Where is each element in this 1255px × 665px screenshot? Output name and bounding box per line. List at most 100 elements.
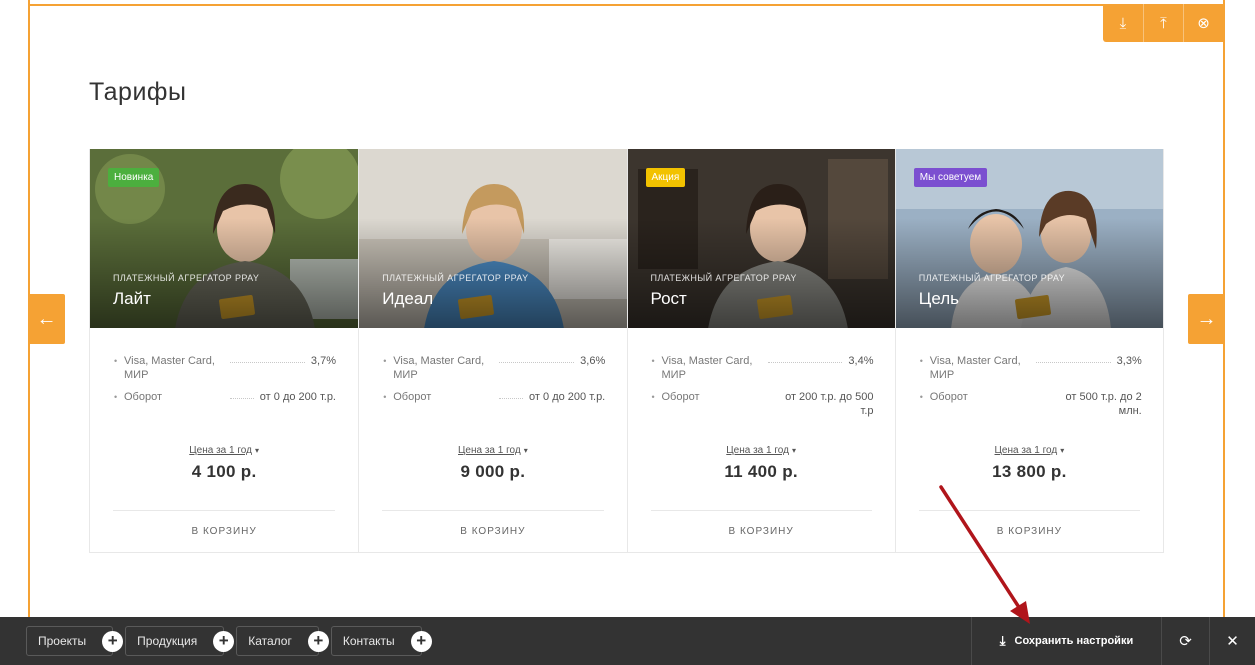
property-row: • Visa, Master Card, МИР 3,4% bbox=[652, 354, 874, 382]
add-to-cart-button[interactable]: В КОРЗИНУ bbox=[628, 526, 895, 537]
tariff-card: Акция ПЛАТЕЖНЫЙ АГРЕГАТОР PPAY Рост • Visa, … bbox=[626, 149, 895, 552]
add-to-cart-button[interactable]: В КОРЗИНУ bbox=[359, 526, 626, 537]
admin-bar: Проекты + Продукция + Каталог + Контакты + ⤓ Со… bbox=[0, 617, 1255, 665]
property-name: Visa, Master Card, МИР bbox=[661, 355, 753, 381]
section-title: Тарифы bbox=[89, 78, 187, 106]
card-image[interactable]: ПЛАТЕЖНЫЙ АГРЕГАТОР PPAY Идеал bbox=[359, 149, 627, 328]
card-badge: Новинка bbox=[108, 168, 160, 187]
admin-menu-label: Контакты bbox=[342, 634, 395, 648]
property-name: Оборот bbox=[661, 391, 700, 403]
property-value: 3,3% bbox=[1116, 355, 1142, 367]
property-value: от 0 до 200 т.р. bbox=[529, 391, 606, 403]
card-badge: Мы советуем bbox=[913, 168, 988, 187]
caret-down-icon: ▾ bbox=[791, 446, 796, 455]
admin-menu-item[interactable]: Продукция + bbox=[125, 626, 235, 656]
admin-menu-label: Продукция bbox=[137, 634, 198, 648]
price-period-dropdown[interactable]: Цена за 1 год ▾ bbox=[90, 445, 358, 456]
card-title[interactable]: Рост bbox=[651, 289, 687, 309]
plus-icon[interactable]: + bbox=[102, 631, 124, 652]
property-value: 3,6% bbox=[580, 355, 606, 367]
caret-down-icon: ▾ bbox=[254, 446, 259, 455]
property-value: от 0 до 200 т.р. bbox=[259, 391, 336, 403]
tariff-card: ПЛАТЕЖНЫЙ АГРЕГАТОР PPAY Идеал • Visa, Mast… bbox=[358, 149, 627, 552]
card-image[interactable]: Мы советуем ПЛАТЕЖНЫЙ АГРЕГАТОР PPAY Цель bbox=[895, 149, 1163, 328]
arrow-left-icon: ← bbox=[36, 307, 57, 330]
save-settings-button[interactable]: ⤓ Сохранить настройки bbox=[971, 617, 1161, 665]
card-subtitle: ПЛАТЕЖНЫЙ АГРЕГАТОР PPAY bbox=[113, 273, 260, 283]
add-to-cart-button[interactable]: В КОРЗИНУ bbox=[90, 526, 358, 537]
arrow-right-icon: → bbox=[1196, 307, 1217, 330]
tariff-cards: Новинка ПЛАТЕЖНЫЙ АГРЕГАТОР PPAY Лайт • Visa… bbox=[89, 149, 1164, 553]
card-image[interactable]: Новинка ПЛАТЕЖНЫЙ АГРЕГАТОР PPAY Лайт bbox=[90, 149, 359, 328]
card-price: 13 800 р. bbox=[992, 462, 1067, 481]
property-value: 3,7% bbox=[310, 355, 336, 367]
bullet-icon: • bbox=[114, 356, 118, 366]
price-period-dropdown[interactable]: Цена за 1 год ▾ bbox=[628, 445, 895, 456]
property-value: 3,4% bbox=[848, 355, 874, 367]
property-name: Visa, Master Card, МИР bbox=[124, 355, 215, 381]
block-toolbar: ⤓ ⤒ ⊗ bbox=[1103, 4, 1223, 42]
card-subtitle: ПЛАТЕЖНЫЙ АГРЕГАТОР PPAY bbox=[382, 273, 529, 283]
property-value: от 200 т.р. до 500 т.р bbox=[785, 391, 874, 417]
refresh-icon[interactable]: ⟳ bbox=[1161, 617, 1209, 665]
property-name: Visa, Master Card, МИР bbox=[929, 355, 1021, 381]
caret-down-icon: ▾ bbox=[1060, 446, 1065, 455]
card-title[interactable]: Лайт bbox=[113, 289, 151, 309]
card-properties: • Visa, Master Card, МИР 3,7% • Оборот от 0 д… bbox=[114, 354, 336, 412]
bullet-icon: • bbox=[383, 356, 387, 366]
bullet-icon: • bbox=[114, 392, 118, 402]
price-period-label: Цена за 1 год bbox=[458, 445, 521, 456]
close-icon[interactable]: ✕ bbox=[1209, 617, 1255, 665]
property-name: Оборот bbox=[393, 391, 432, 403]
admin-menu-label: Проекты bbox=[38, 634, 87, 648]
card-divider bbox=[113, 510, 336, 511]
card-badge: Акция bbox=[645, 168, 686, 187]
property-value: от 500 т.р. до 2 млн. bbox=[1065, 391, 1142, 417]
property-name: Оборот bbox=[929, 391, 968, 403]
admin-menu-item[interactable]: Каталог + bbox=[236, 626, 329, 656]
admin-menu-item[interactable]: Проекты + bbox=[26, 626, 124, 656]
dotted-leader bbox=[499, 354, 575, 363]
bullet-icon: • bbox=[651, 392, 655, 402]
admin-menu-item[interactable]: Контакты + bbox=[330, 626, 432, 656]
slider-next-button[interactable]: → bbox=[1188, 294, 1225, 344]
card-image[interactable]: Акция ПЛАТЕЖНЫЙ АГРЕГАТОР PPAY Рост bbox=[627, 149, 895, 328]
tariff-card: Мы советуем ПЛАТЕЖНЫЙ АГРЕГАТОР PPAY Цель •… bbox=[894, 149, 1163, 552]
property-row: • Visa, Master Card, МИР 3,7% bbox=[114, 354, 336, 382]
plus-icon[interactable]: + bbox=[307, 631, 329, 652]
add-to-cart-button[interactable]: В КОРЗИНУ bbox=[896, 526, 1163, 537]
bullet-icon: • bbox=[919, 356, 923, 366]
property-name: Visa, Master Card, МИР bbox=[393, 355, 485, 381]
card-price: 9 000 р. bbox=[460, 462, 526, 481]
card-subtitle: ПЛАТЕЖНЫЙ АГРЕГАТОР PPAY bbox=[918, 273, 1065, 283]
bullet-icon: • bbox=[383, 392, 387, 402]
move-up-icon[interactable]: ⤒ bbox=[1143, 4, 1183, 42]
admin-menu: Проекты + Продукция + Каталог + Контакты + bbox=[0, 626, 432, 656]
card-divider bbox=[650, 510, 872, 511]
dotted-leader bbox=[230, 390, 254, 399]
price-period-label: Цена за 1 год bbox=[726, 445, 789, 456]
card-subtitle: ПЛАТЕЖНЫЙ АГРЕГАТОР PPAY bbox=[650, 273, 797, 283]
save-settings-label: Сохранить настройки bbox=[1014, 635, 1134, 647]
card-title[interactable]: Идеал bbox=[382, 289, 433, 309]
dotted-leader bbox=[767, 354, 843, 363]
card-title[interactable]: Цель bbox=[919, 289, 959, 309]
move-down-icon[interactable]: ⤓ bbox=[1103, 4, 1143, 42]
dotted-leader bbox=[230, 354, 305, 363]
bullet-icon: • bbox=[919, 392, 923, 402]
price-period-dropdown[interactable]: Цена за 1 год ▾ bbox=[896, 445, 1163, 456]
property-name: Оборот bbox=[124, 391, 163, 403]
property-row: • Оборот от 0 до 200 т.р. bbox=[383, 390, 605, 404]
admin-menu-label: Каталог bbox=[248, 634, 292, 648]
save-icon: ⤓ bbox=[999, 633, 1006, 648]
card-properties: • Visa, Master Card, МИР 3,3% • Оборот от 500… bbox=[920, 354, 1142, 426]
price-period-dropdown[interactable]: Цена за 1 год ▾ bbox=[359, 445, 626, 456]
close-circle-icon[interactable]: ⊗ bbox=[1183, 4, 1223, 42]
card-properties: • Visa, Master Card, МИР 3,6% • Оборот от 0 д… bbox=[383, 354, 605, 412]
bullet-icon: • bbox=[651, 356, 655, 366]
plus-icon[interactable]: + bbox=[410, 631, 432, 652]
admin-actions: ⤓ Сохранить настройки ⟳ ✕ bbox=[971, 617, 1255, 665]
slider-prev-button[interactable]: ← bbox=[28, 294, 65, 344]
property-row: • Оборот от 200 т.р. до 500 т.р bbox=[652, 390, 874, 418]
plus-icon[interactable]: + bbox=[213, 631, 235, 652]
